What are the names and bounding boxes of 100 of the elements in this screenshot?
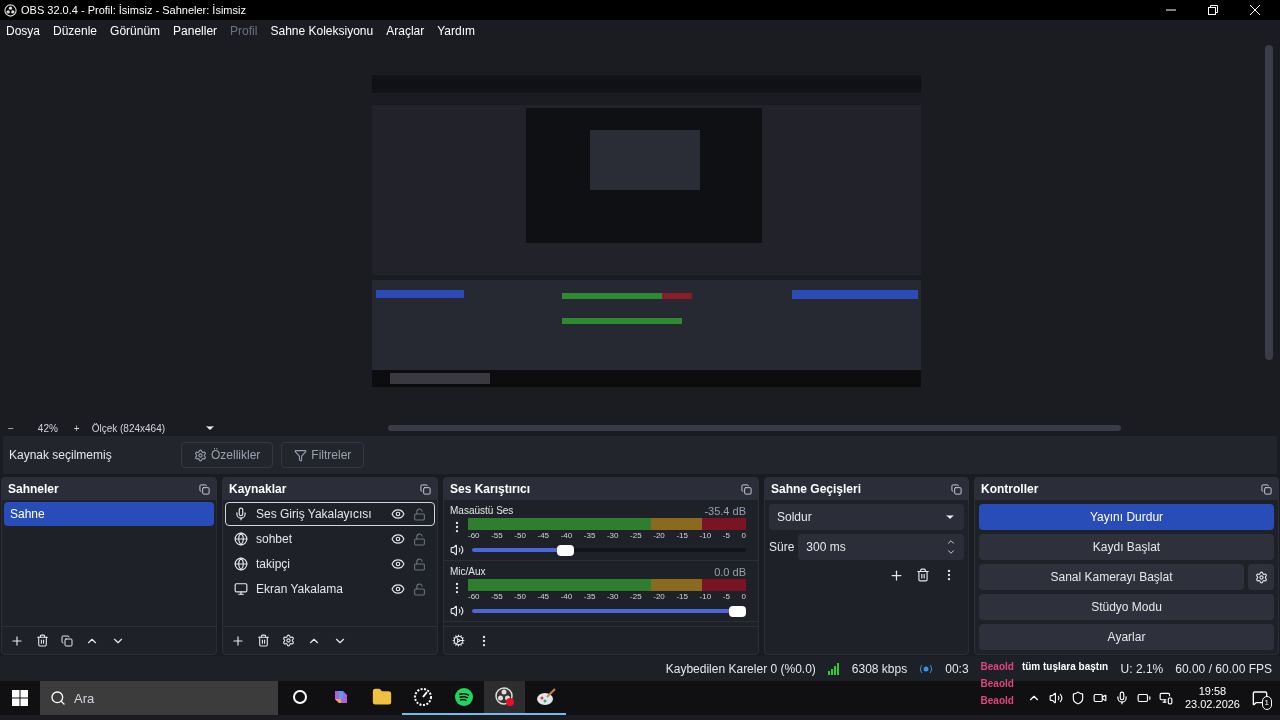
globe-icon [234, 532, 248, 546]
float-icon[interactable] [951, 483, 962, 495]
eye-icon[interactable] [391, 507, 405, 521]
slider-handle[interactable] [556, 544, 574, 556]
battery-icon[interactable] [1136, 691, 1151, 705]
toolbar-button[interactable]: Özellikler [181, 442, 274, 468]
trash-icon[interactable] [36, 634, 49, 647]
meter-tick-label: -25 [630, 591, 642, 602]
dock-title: Ses Karıştırıcı [450, 481, 531, 498]
scale-dropdown[interactable]: Ölçek (824x464) [91, 420, 192, 436]
palette-icon [534, 687, 557, 707]
shield-icon[interactable] [1070, 691, 1085, 705]
meter-tick-label: -45 [537, 591, 550, 602]
up-icon[interactable] [946, 537, 956, 547]
gear-icon [1254, 570, 1268, 584]
meter-tick-label: -15 [676, 591, 688, 602]
speaker-icon[interactable] [450, 543, 464, 557]
microphone-icon[interactable] [1114, 691, 1129, 705]
fps: 60.00 / 60.00 FPS [1175, 660, 1272, 678]
recording-app-icon [493, 686, 516, 708]
toolbar-button[interactable]: Filtreler [281, 442, 365, 468]
control-button[interactable]: Sanal Kamerayı Başlat [979, 564, 1244, 590]
eye-icon[interactable] [391, 532, 405, 546]
signal-icon [827, 662, 840, 675]
meter-tick-label: -40 [560, 591, 573, 602]
zoom-in-button[interactable]: + [73, 420, 80, 436]
menu-item[interactable]: Araçlar [386, 22, 425, 40]
source-name: takipçi [256, 556, 291, 573]
vertical-scrollbar[interactable] [1265, 45, 1273, 360]
float-icon[interactable] [420, 483, 431, 495]
close-icon[interactable] [1250, 5, 1260, 15]
source-item[interactable]: Ses Giriş Yakalayıcısı [225, 502, 435, 526]
control-button[interactable]: Yayını Durdur [979, 504, 1274, 530]
window-title: OBS 32.0.4 - Profil: İsimsiz - Sahneler: İsimsiz [21, 2, 246, 18]
float-icon[interactable] [199, 483, 210, 495]
source-status: Kaynak seçilmemiş [9, 447, 113, 464]
meter-tick-label: -20 [653, 591, 665, 602]
restore-icon[interactable] [1208, 5, 1218, 15]
trash-icon[interactable] [257, 634, 270, 647]
windows-icon[interactable] [12, 690, 28, 706]
scene-item[interactable]: Sahne [4, 502, 214, 526]
folder-icon [371, 687, 392, 707]
add-icon[interactable] [10, 633, 24, 648]
trash-icon[interactable] [916, 568, 930, 582]
duration-field[interactable]: 300 ms [798, 534, 964, 560]
channel-name: Mic/Aux [450, 565, 486, 577]
zoom-level: 42% [37, 421, 58, 436]
meter-tick-label: -10 [699, 530, 712, 541]
menu-item[interactable]: Görünüm [110, 22, 161, 40]
gear-icon[interactable] [282, 634, 295, 647]
chat-message: tüm tuşlara baştın [1021, 660, 1109, 674]
settings-button[interactable] [1248, 564, 1274, 590]
filter-icon [294, 448, 308, 462]
gears-icon[interactable] [452, 634, 465, 647]
horizontal-scrollbar[interactable] [387, 425, 1121, 431]
eye-icon[interactable] [391, 582, 405, 596]
eye-icon[interactable] [391, 557, 405, 571]
network-icon[interactable] [1158, 691, 1173, 705]
clock[interactable]: 19:58 23.02.2026 [1184, 685, 1240, 711]
source-name: sohbet [256, 531, 294, 548]
menu-item[interactable]: Yardım [437, 22, 475, 40]
dock-title: Kaynaklar [229, 481, 287, 498]
unlocked-icon[interactable] [413, 557, 426, 571]
menu-item[interactable]: Dosya [6, 22, 40, 40]
circle-icon [291, 689, 308, 705]
meter-tick-label: 0 [741, 530, 746, 541]
unlocked-icon[interactable] [413, 507, 426, 521]
speaker-icon[interactable] [450, 604, 464, 618]
control-button[interactable]: Stüdyo Modu [979, 594, 1274, 620]
add-icon[interactable] [231, 633, 245, 648]
taskbar-button[interactable] [484, 681, 525, 715]
float-icon[interactable] [741, 483, 752, 495]
camera-icon[interactable] [1092, 691, 1107, 705]
volume-slider[interactable] [472, 605, 746, 617]
filter-panel-icon[interactable] [61, 634, 73, 647]
control-button[interactable]: Kaydı Başlat [979, 534, 1274, 560]
source-item[interactable]: Ekran Yakalama [225, 577, 435, 601]
menu-item[interactable]: Düzenle [53, 22, 98, 40]
menu-item[interactable]: Sahne Koleksiyonu [270, 22, 374, 40]
transition-dropdown[interactable]: Soldur [769, 504, 964, 530]
control-button[interactable]: Ayarlar [979, 624, 1274, 650]
menu-item[interactable]: Paneller [173, 22, 218, 40]
slider-handle[interactable] [729, 605, 746, 617]
gear-icon [194, 448, 207, 462]
float-icon[interactable] [1261, 483, 1272, 495]
meter-tick-label: -30 [606, 591, 619, 602]
meter-tick-label: -5 [722, 530, 730, 541]
source-item[interactable]: sohbet [225, 527, 435, 551]
zoom-out-button[interactable]: − [8, 420, 14, 436]
search-icon [50, 690, 66, 706]
source-name: Ses Giriş Yakalayıcısı [256, 506, 373, 523]
unlocked-icon[interactable] [413, 582, 426, 596]
add-icon[interactable] [889, 568, 904, 583]
search-field[interactable]: Ara [40, 681, 278, 715]
volume-slider[interactable] [472, 544, 746, 556]
unlocked-icon[interactable] [413, 532, 426, 546]
down-icon[interactable] [946, 547, 956, 557]
meter-tick-label: -50 [514, 530, 526, 541]
speaker-icon[interactable] [1048, 691, 1063, 705]
source-item[interactable]: takipçi [225, 552, 435, 576]
